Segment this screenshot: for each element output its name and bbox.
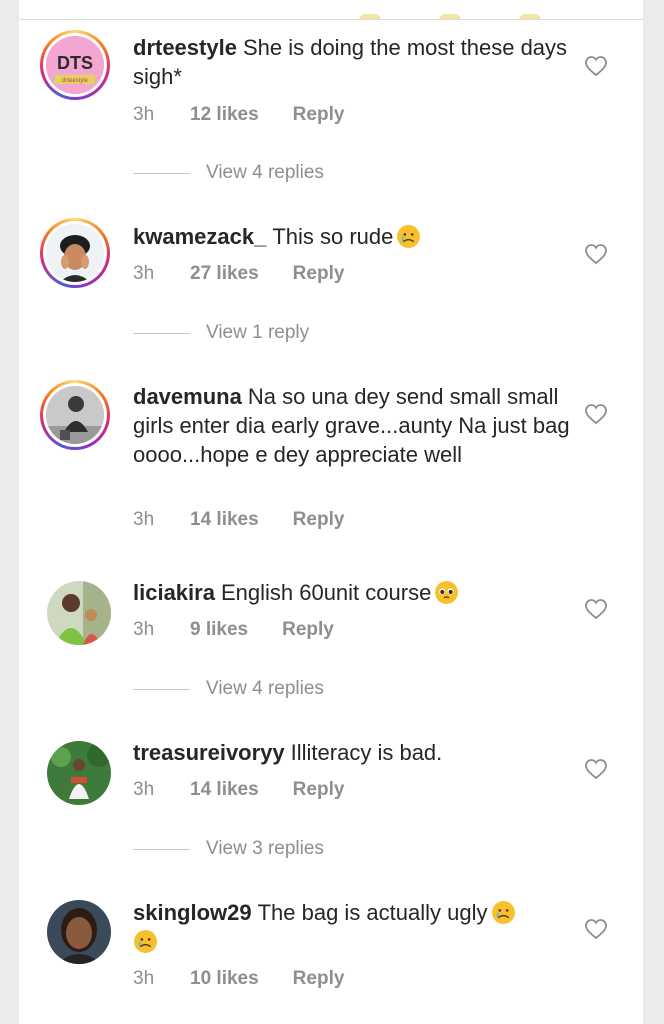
heart-icon[interactable]: [584, 917, 608, 941]
comment-body: Illiteracy is bad.: [290, 740, 443, 765]
heart-icon[interactable]: [584, 597, 608, 621]
comment-body: The bag is actually ugly: [257, 900, 488, 925]
avatar[interactable]: [47, 581, 111, 645]
comment-username[interactable]: treasureivoryy: [133, 740, 285, 765]
view-replies-label: View 4 replies: [206, 678, 324, 699]
comment-meta: 3h 14 likes Reply: [133, 509, 344, 531]
comment-text: skinglow29 The bag is actually ugly: [133, 898, 573, 956]
view-replies-label: View 1 reply: [206, 322, 310, 343]
reply-button[interactable]: Reply: [282, 619, 334, 641]
view-replies-button[interactable]: View 3 replies: [133, 838, 324, 862]
comment-text: liciakira English 60unit course: [133, 578, 573, 607]
comment-time: 3h: [133, 968, 155, 989]
comment-meta: 3h 27 likes Reply: [133, 263, 344, 285]
avatar[interactable]: [40, 380, 110, 450]
replies-divider: [133, 172, 190, 174]
comment-body: This so rude: [272, 224, 394, 249]
comment-username[interactable]: davemuna: [133, 384, 242, 409]
replies-divider: [133, 332, 190, 334]
sad-tear-emoji-icon: [397, 225, 421, 248]
comment-likes[interactable]: 10 likes: [190, 968, 259, 990]
person-avatar-icon: [46, 386, 104, 444]
view-replies-button[interactable]: View 1 reply: [133, 322, 309, 346]
comment-username[interactable]: liciakira: [133, 580, 215, 605]
comment-meta: 3h 14 likes Reply: [133, 779, 344, 801]
comment-text: drteestyle She is doing the most these da…: [133, 33, 573, 91]
avatar[interactable]: DTS drteestyle: [40, 30, 110, 100]
comment-username[interactable]: kwamezack_: [133, 224, 266, 249]
view-replies-button[interactable]: View 4 replies: [133, 162, 324, 186]
comment-username[interactable]: drteestyle: [133, 35, 237, 60]
comments-panel: DTS drteestyle drteestyle She is doing th…: [19, 0, 643, 1024]
replies-divider: [133, 848, 190, 850]
heart-icon[interactable]: [584, 757, 608, 781]
comment-time: 3h: [133, 104, 155, 125]
avatar-logo-subtext: drteestyle: [62, 78, 89, 84]
comment-time: 3h: [133, 619, 155, 640]
comment-likes[interactable]: 14 likes: [190, 509, 259, 531]
top-divider: [19, 0, 643, 20]
pleading-face-emoji-icon: [435, 581, 459, 604]
view-replies-label: View 3 replies: [206, 838, 324, 859]
sad-tear-emoji-icon: [134, 930, 157, 953]
comment-time: 3h: [133, 779, 155, 800]
comment-likes[interactable]: 14 likes: [190, 779, 259, 801]
view-replies-button[interactable]: View 4 replies: [133, 678, 324, 702]
heart-icon[interactable]: [584, 54, 608, 78]
avatar-logo-text: DTS: [57, 53, 93, 73]
avatar[interactable]: [47, 900, 111, 964]
comment-likes[interactable]: 9 likes: [190, 619, 248, 641]
reply-button[interactable]: Reply: [293, 509, 345, 531]
comment-meta: 3h 9 likes Reply: [133, 619, 334, 641]
comment-time: 3h: [133, 509, 155, 530]
logo-avatar-icon: DTS drteestyle: [46, 36, 104, 94]
comment-meta: 3h 12 likes Reply: [133, 104, 344, 126]
person-avatar-icon: [47, 581, 111, 645]
heart-icon[interactable]: [584, 242, 608, 266]
reply-button[interactable]: Reply: [293, 968, 345, 990]
comment-text: treasureivoryy Illiteracy is bad.: [133, 738, 573, 767]
comment-text: davemuna Na so una dey send small small g…: [133, 382, 573, 469]
view-replies-label: View 4 replies: [206, 162, 324, 183]
sad-tear-emoji-icon: [491, 901, 515, 924]
comment-time: 3h: [133, 263, 155, 284]
comment-text: kwamezack_ This so rude: [133, 222, 573, 251]
person-avatar-icon: [47, 900, 111, 964]
reply-button[interactable]: Reply: [293, 779, 345, 801]
reply-button[interactable]: Reply: [293, 104, 345, 126]
comment-username[interactable]: skinglow29: [133, 900, 252, 925]
replies-divider: [133, 688, 190, 690]
comment-likes[interactable]: 12 likes: [190, 104, 259, 126]
heart-icon[interactable]: [584, 402, 608, 426]
avatar[interactable]: [47, 741, 111, 805]
avatar[interactable]: [40, 218, 110, 288]
comment-meta: 3h 10 likes Reply: [133, 968, 344, 990]
reply-button[interactable]: Reply: [293, 263, 345, 285]
person-avatar-icon: [47, 741, 111, 805]
comment-body: English 60unit course: [220, 580, 432, 605]
person-avatar-icon: [46, 224, 104, 282]
comment-likes[interactable]: 27 likes: [190, 263, 259, 285]
